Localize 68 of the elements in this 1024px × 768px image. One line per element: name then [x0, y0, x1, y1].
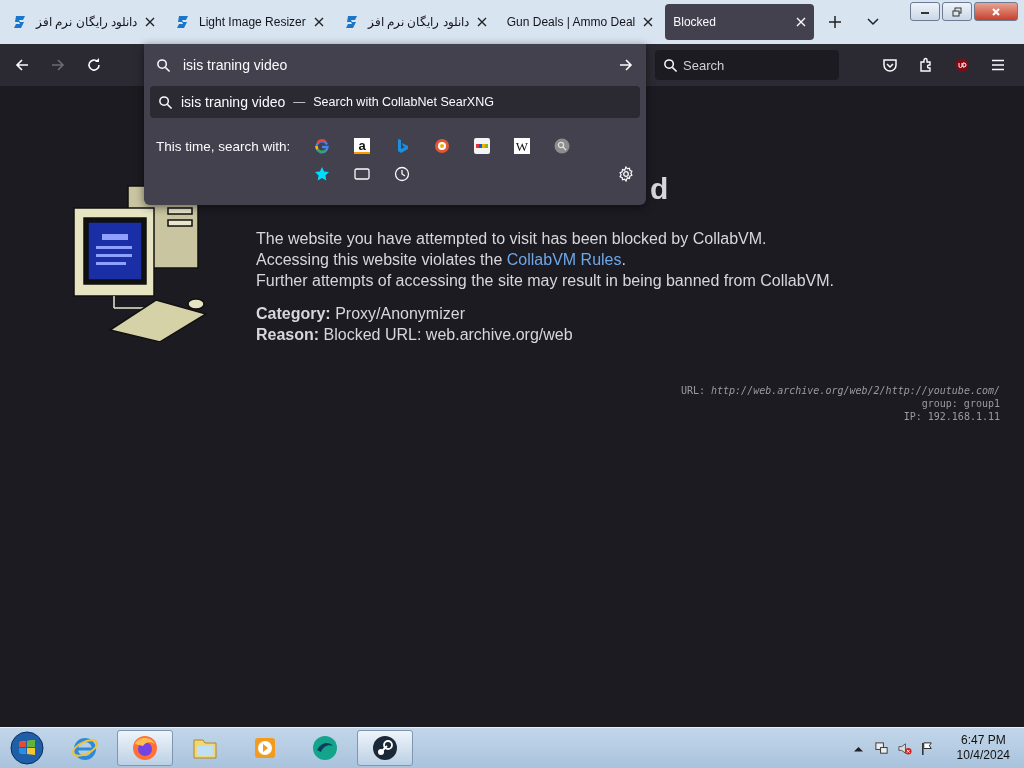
clock-icon[interactable]: [394, 166, 410, 182]
site-logo-icon: [343, 14, 360, 30]
minimize-button[interactable]: [910, 2, 940, 21]
body-text: The website you have attempted to visit has been blocked by CollabVM.: [256, 229, 768, 249]
site-logo-icon: [175, 14, 191, 30]
body-text: Accessing this website violates the: [256, 251, 504, 268]
steam-icon: [371, 734, 399, 762]
close-button[interactable]: [974, 2, 1018, 21]
fox-globe-icon: [131, 734, 159, 762]
warning-text: Further attempts of accessing the site may result in being banned from CollabVM.: [256, 271, 835, 291]
tab-title: دانلود رایگان نرم افز: [367, 15, 469, 29]
tab-icon[interactable]: [354, 166, 370, 182]
network-icon[interactable]: [873, 740, 889, 756]
back-arrow-icon[interactable]: [14, 57, 30, 73]
page-heading: d: [650, 172, 669, 207]
tab-title: Light Image Resizer: [199, 15, 306, 29]
reload-icon[interactable]: [86, 57, 102, 73]
tab-title: دانلود رایگان نرم افز: [36, 15, 137, 29]
taskbar-clock[interactable]: 6:47 PM 10/4/2024: [956, 733, 1010, 763]
browser-tab[interactable]: Gun Deals | Ammo Deal: [498, 4, 662, 40]
taskbar-button[interactable]: [357, 730, 413, 766]
magnifier-engine-icon[interactable]: [554, 138, 570, 154]
muted-speaker-icon[interactable]: [896, 740, 912, 756]
body-text: .: [621, 251, 626, 268]
browser-tab[interactable]: دانلود رایگان نرم افز: [4, 4, 163, 40]
close-icon[interactable]: [145, 17, 155, 27]
search-suggestion[interactable]: isis traning video — Search with CollabNet SearXNG: [150, 86, 640, 118]
tab-title: Blocked: [673, 15, 717, 29]
browser-tab[interactable]: Light Image Resizer: [167, 4, 332, 40]
debug-info-text: URL: http://web.archive.org/web/2/http://youtube.com/: [680, 384, 1000, 397]
browser-tab[interactable]: دانلود رایگان نرم افز: [335, 4, 495, 40]
debug-info-text: group: group1: [921, 397, 1000, 410]
bubble-icon: [311, 734, 339, 762]
search-icon: [158, 94, 173, 110]
suggestion-query: isis traning video: [181, 94, 286, 110]
shield-extension-icon[interactable]: [954, 57, 970, 73]
plus-icon[interactable]: [828, 15, 843, 29]
star-icon[interactable]: [314, 166, 330, 182]
detail-text: Reason: Blocked URL: web.archive.org/web: [256, 325, 574, 345]
close-icon: [991, 6, 1001, 17]
restore-icon: [952, 6, 962, 17]
close-icon[interactable]: [476, 17, 487, 27]
wikipedia-engine-icon[interactable]: W: [514, 138, 530, 154]
menu-icon[interactable]: [990, 57, 1006, 73]
detail-text: Category: Proxy/Anonymizer: [256, 304, 466, 324]
extensions-icon[interactable]: [918, 57, 934, 73]
restore-button[interactable]: [942, 2, 972, 21]
separator-dash: —: [293, 95, 306, 109]
tab-title: Gun Deals | Ammo Deal: [506, 15, 636, 29]
rules-link[interactable]: CollabVM Rules: [506, 251, 622, 268]
close-icon[interactable]: [313, 17, 324, 27]
address-field[interactable]: isis traning video: [181, 56, 608, 74]
settings-icon[interactable]: [618, 166, 634, 182]
browser-tab[interactable]: Blocked: [665, 4, 815, 40]
search-field[interactable]: Search: [655, 50, 839, 80]
close-icon[interactable]: [643, 17, 654, 27]
go-arrow-icon[interactable]: [618, 57, 634, 73]
amazon-engine-icon[interactable]: a: [354, 138, 370, 154]
search-icon: [156, 57, 171, 73]
debug-info-text: IP: 192.168.1.11: [903, 410, 1000, 423]
flag-icon[interactable]: [919, 740, 935, 756]
engines-label: This time, search with:: [156, 138, 292, 154]
suggestion-action: Search with CollabNet SearXNG: [313, 95, 494, 109]
pocket-icon[interactable]: [882, 57, 898, 73]
site-logo-icon: [12, 14, 28, 30]
google-engine-icon[interactable]: [314, 138, 330, 154]
start-button[interactable]: [9, 730, 45, 766]
search-icon: [663, 58, 678, 73]
